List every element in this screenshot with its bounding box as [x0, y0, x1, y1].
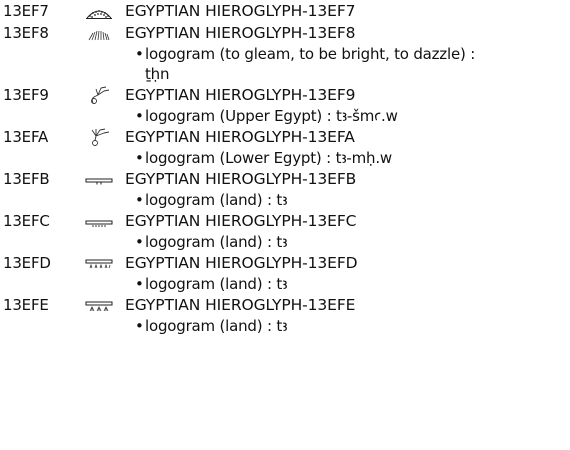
entry-notes: •logogram (to gleam, to be bright, to da…	[135, 44, 565, 84]
annotation-text: logogram (land) : tꜣ	[145, 191, 288, 209]
code-point: 13EF8	[3, 24, 49, 42]
annotation-continuation: ṯḥn	[135, 64, 565, 84]
entry-header: 13EF9 EGYPTIAN HIEROGLYPH-13EF9	[0, 84, 570, 106]
code-point: 13EFA	[3, 128, 49, 146]
annotation: •logogram (to gleam, to be bright, to da…	[135, 44, 565, 64]
annotation-text: logogram (to gleam, to be bright, to daz…	[145, 45, 476, 63]
sunshine-rays-icon	[73, 0, 125, 22]
annotation-text: logogram (Lower Egypt) : tꜣ-mḥ.w	[145, 149, 392, 167]
character-name: EGYPTIAN HIEROGLYPH-13EFC	[125, 212, 357, 230]
entry-13efb: 13EFB EGYPTIAN HIEROGLYPH-13EFB •logogra…	[0, 168, 570, 210]
entry-13efe: 13EFE EGYPTIAN HIEROGLYPH-13EFE •logogra…	[0, 294, 570, 336]
entry-notes: •logogram (land) : tꜣ	[135, 274, 565, 294]
bullet-icon: •	[135, 275, 144, 293]
entry-header: 13EFE EGYPTIAN HIEROGLYPH-13EFE	[0, 294, 570, 316]
entry-13efc: 13EFC EGYPTIAN HIEROGLYPH-13EFC •logogra…	[0, 210, 570, 252]
bullet-icon: •	[135, 107, 144, 125]
annotation-text: logogram (Upper Egypt) : tꜣ-šmꜥ.w	[145, 107, 398, 125]
annotation: •logogram (land) : tꜣ	[135, 316, 565, 336]
annotation: •logogram (Lower Egypt) : tꜣ-mḥ.w	[135, 148, 565, 168]
annotation-text: logogram (land) : tꜣ	[145, 275, 288, 293]
entry-13ef9: 13EF9 EGYPTIAN HIEROGLYPH-13EF9 •logogra…	[0, 84, 570, 126]
upper-egypt-plant-icon	[73, 84, 125, 106]
transliteration: ṯḥn	[145, 65, 170, 83]
annotation: •logogram (Upper Egypt) : tꜣ-šmꜥ.w	[135, 106, 565, 126]
entry-notes: •logogram (land) : tꜣ	[135, 190, 565, 210]
lower-egypt-plant-icon	[73, 126, 125, 148]
bullet-icon: •	[135, 149, 144, 167]
annotation: •logogram (land) : tꜣ	[135, 232, 565, 252]
bullet-icon: •	[135, 191, 144, 209]
entry-13ef8: 13EF8 EGYPTIAN HIEROGLYPH-13EF8 •logogra…	[0, 22, 570, 84]
entry-13efa: 13EFA EGYPTIAN HIEROGLYPH-13EFA •logogra…	[0, 126, 570, 168]
entry-notes: •logogram (Upper Egypt) : tꜣ-šmꜥ.w	[135, 106, 565, 126]
entry-13efd: 13EFD EGYPTIAN HIEROGLYPH-13EFD •logogra…	[0, 252, 570, 294]
character-name: EGYPTIAN HIEROGLYPH-13EF9	[125, 86, 356, 104]
land-strip-plants-icon	[73, 252, 125, 274]
character-name: EGYPTIAN HIEROGLYPH-13EFD	[125, 254, 358, 272]
code-point: 13EFC	[3, 212, 50, 230]
bullet-icon: •	[135, 317, 144, 335]
land-strip-dots-icon	[73, 210, 125, 232]
code-chart-list: 13EF7 EGYPTIAN HIEROGLYPH-13EF7 13EF8 EG…	[0, 0, 570, 450]
code-point: 13EFB	[3, 170, 50, 188]
bullet-icon: •	[135, 233, 144, 251]
bullet-icon: •	[135, 45, 144, 63]
annotation-text: logogram (land) : tꜣ	[145, 233, 288, 251]
character-name: EGYPTIAN HIEROGLYPH-13EFB	[125, 170, 357, 188]
entry-header: 13EF7 EGYPTIAN HIEROGLYPH-13EF7	[0, 0, 570, 22]
entry-notes: •logogram (land) : tꜣ	[135, 232, 565, 252]
character-name: EGYPTIAN HIEROGLYPH-13EFE	[125, 296, 356, 314]
annotation: •logogram (land) : tꜣ	[135, 190, 565, 210]
entry-notes: •logogram (Lower Egypt) : tꜣ-mḥ.w	[135, 148, 565, 168]
code-point: 13EFE	[3, 296, 49, 314]
sunshine-rays-small-icon	[73, 22, 125, 44]
entry-header: 13EFC EGYPTIAN HIEROGLYPH-13EFC	[0, 210, 570, 232]
land-strip-sprouts-icon	[73, 294, 125, 316]
code-point: 13EF7	[3, 2, 49, 20]
annotation-text: logogram (land) : tꜣ	[145, 317, 288, 335]
land-strip-icon	[73, 168, 125, 190]
entry-header: 13EFD EGYPTIAN HIEROGLYPH-13EFD	[0, 252, 570, 274]
entry-notes: •logogram (land) : tꜣ	[135, 316, 565, 336]
entry-header: 13EFA EGYPTIAN HIEROGLYPH-13EFA	[0, 126, 570, 148]
entry-header: 13EF8 EGYPTIAN HIEROGLYPH-13EF8	[0, 22, 570, 44]
entry-header: 13EFB EGYPTIAN HIEROGLYPH-13EFB	[0, 168, 570, 190]
entry-13ef7: 13EF7 EGYPTIAN HIEROGLYPH-13EF7	[0, 0, 570, 22]
character-name: EGYPTIAN HIEROGLYPH-13EF7	[125, 2, 356, 20]
code-point: 13EFD	[3, 254, 51, 272]
annotation: •logogram (land) : tꜣ	[135, 274, 565, 294]
character-name: EGYPTIAN HIEROGLYPH-13EFA	[125, 128, 355, 146]
code-point: 13EF9	[3, 86, 49, 104]
character-name: EGYPTIAN HIEROGLYPH-13EF8	[125, 24, 356, 42]
